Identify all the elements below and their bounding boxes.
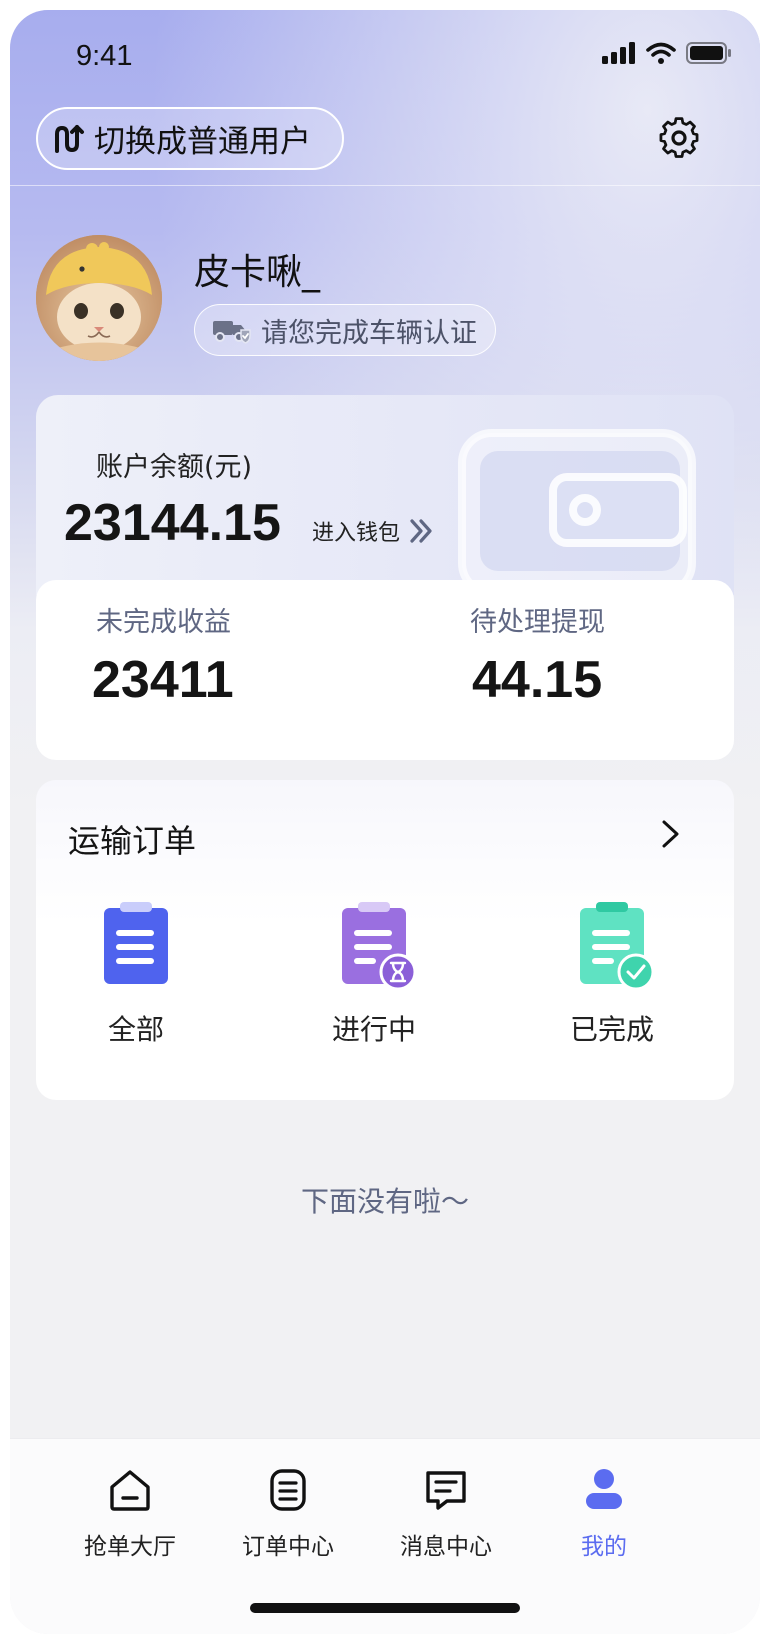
balance-card: 账户余额(元) 23144.15 进入钱包: [36, 395, 734, 595]
enter-wallet-link[interactable]: 进入钱包: [312, 515, 436, 547]
cat-avatar-image: [36, 235, 162, 361]
pending-withdraw-label: 待处理提现: [470, 607, 605, 638]
chevron-right-icon[interactable]: [658, 816, 684, 852]
tab-order-center-label: 订单中心: [242, 1534, 334, 1560]
order-filter-all-label: 全部: [107, 1013, 164, 1046]
tab-message-center[interactable]: 消息中心: [371, 1467, 521, 1560]
order-filter-completed-label: 已完成: [569, 1013, 654, 1046]
status-time: 9:41: [76, 40, 133, 72]
order-filter-in-progress[interactable]: 进行中: [288, 900, 448, 1050]
gear-icon[interactable]: [658, 117, 700, 159]
phone-screen: 9:41 切换成普通用户 皮卡啾_ 请您完成车辆认证 账户余额(元) 23144…: [10, 10, 760, 1634]
tab-mine[interactable]: 我的: [529, 1467, 679, 1560]
tab-message-center-label: 消息中心: [400, 1534, 492, 1560]
status-bar: 9:41: [10, 10, 760, 106]
pending-income-label: 未完成收益: [96, 607, 231, 638]
switch-role-label: 切换成普通用户: [94, 124, 311, 160]
wifi-icon: [646, 42, 676, 64]
double-chevron-right-icon: [410, 519, 432, 543]
message-icon: [426, 1471, 466, 1510]
list-document-icon: [270, 1469, 306, 1511]
enter-wallet-label: 进入钱包: [312, 521, 401, 546]
end-of-list-text: 下面没有啦～: [300, 1185, 469, 1218]
balance-amount: 23144.15: [64, 494, 281, 552]
tab-mine-label: 我的: [581, 1534, 627, 1560]
tab-order-center[interactable]: 订单中心: [213, 1467, 363, 1560]
transport-orders-card: 运输订单 全部 进行中 已完成: [36, 780, 734, 1100]
wallet-decoration-icon: [458, 429, 696, 595]
switch-role-button[interactable]: 切换成普通用户: [36, 107, 344, 170]
earnings-stats-card: 未完成收益 23411 待处理提现 44.15: [36, 580, 734, 760]
truck-verify-icon: [213, 321, 251, 344]
header-divider: [10, 185, 760, 186]
username: 皮卡啾_: [194, 252, 321, 293]
pending-withdraw-value[interactable]: 44.15: [472, 650, 602, 710]
balance-title: 账户余额(元): [96, 452, 253, 483]
clipboard-check-icon: [580, 902, 652, 988]
orders-title: 运输订单: [68, 822, 197, 860]
vehicle-verify-label: 请您完成车辆认证: [261, 317, 477, 349]
tab-grab-order-hall[interactable]: 抢单大厅: [55, 1467, 205, 1560]
order-filter-in-progress-label: 进行中: [331, 1013, 416, 1046]
profile-icon: [586, 1469, 622, 1509]
status-icons: [602, 42, 732, 64]
pending-income-value[interactable]: 23411: [92, 650, 234, 710]
switch-icon: [55, 124, 84, 153]
avatar[interactable]: [36, 235, 162, 361]
home-indicator: [250, 1603, 520, 1613]
tab-grab-order-hall-label: 抢单大厅: [84, 1534, 176, 1560]
clipboard-hourglass-icon: [342, 902, 414, 988]
order-filter-completed[interactable]: 已完成: [526, 900, 686, 1050]
home-icon: [110, 1470, 150, 1511]
battery-icon: [686, 42, 731, 64]
clipboard-icon: [104, 902, 168, 984]
vehicle-verify-button[interactable]: 请您完成车辆认证: [194, 304, 496, 356]
order-filter-all[interactable]: 全部: [50, 900, 210, 1050]
cellular-signal-icon: [602, 42, 635, 64]
